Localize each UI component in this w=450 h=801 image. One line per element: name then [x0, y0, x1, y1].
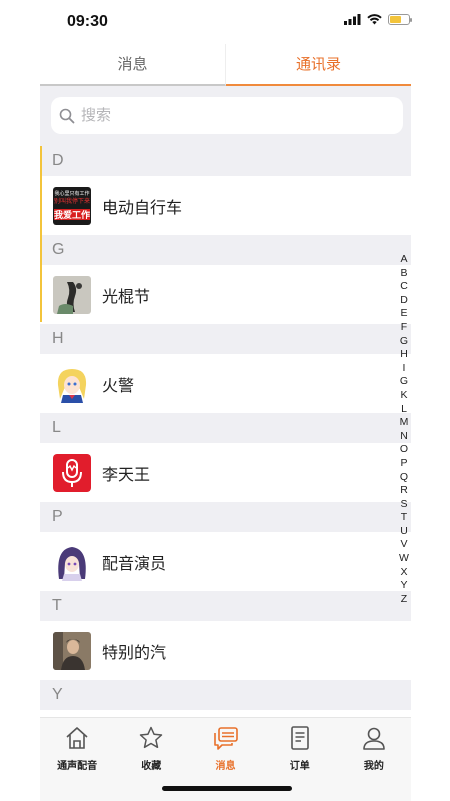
index-letter[interactable]: Z: [401, 593, 407, 607]
contact-row[interactable]: 我心里只有工作 别叫我停下来 我爱工作 电动自行车: [40, 176, 411, 235]
index-letter[interactable]: R: [400, 484, 408, 498]
index-letter[interactable]: B: [400, 267, 407, 281]
index-letter[interactable]: A: [400, 253, 407, 267]
status-time: 09:30: [67, 13, 108, 30]
nav-label: 收藏: [141, 761, 162, 772]
top-tabs: 消息 通讯录: [40, 44, 411, 86]
contact-list: D 我心里只有工作 别叫我停下来 我爱工作 电动自行车 G 光棍节 H 火警 L…: [40, 146, 411, 769]
section-header-h: H: [40, 324, 411, 354]
signal-icon: [344, 14, 361, 25]
index-letter[interactable]: P: [400, 457, 407, 471]
index-letter[interactable]: I: [403, 362, 406, 376]
home-icon: [66, 727, 88, 749]
contact-name: 特别的汽: [102, 644, 167, 662]
index-letter[interactable]: L: [401, 403, 407, 417]
home-indicator: [162, 786, 292, 791]
nav-profile[interactable]: 我的: [337, 718, 411, 801]
star-icon: [140, 726, 163, 749]
index-letter[interactable]: O: [400, 443, 408, 457]
anime-purple-hair-avatar: [53, 542, 91, 581]
index-letter[interactable]: X: [400, 566, 407, 580]
index-letter[interactable]: F: [401, 321, 407, 335]
index-letter[interactable]: H: [400, 348, 408, 362]
section-header-t: T: [40, 591, 411, 621]
index-letter[interactable]: S: [400, 498, 407, 512]
section-header-g: G: [40, 235, 411, 265]
index-letter[interactable]: U: [400, 525, 408, 539]
battery-icon: [388, 14, 412, 25]
contact-name: 电动自行车: [102, 199, 183, 217]
nav-label: 通声配音: [57, 761, 98, 772]
scroll-highlight-bar: [40, 146, 42, 322]
index-letter[interactable]: V: [400, 538, 407, 552]
index-letter[interactable]: M: [400, 416, 409, 430]
contact-row[interactable]: 配音演员: [40, 532, 411, 591]
index-letter[interactable]: D: [400, 294, 408, 308]
contact-row[interactable]: 光棍节: [40, 265, 411, 324]
contact-row[interactable]: 火警: [40, 354, 411, 413]
tab-messages[interactable]: 消息: [40, 44, 226, 86]
svg-text:我爱工作: 我爱工作: [54, 209, 90, 221]
status-bar: 09:30: [0, 0, 450, 44]
microphone-avatar: [53, 453, 91, 492]
contact-name: 李天王: [102, 466, 151, 484]
svg-text:别叫我停下来: 别叫我停下来: [54, 197, 90, 205]
contact-name: 光棍节: [102, 288, 151, 306]
status-icons: [344, 14, 412, 25]
nav-label: 我的: [363, 761, 384, 772]
contacts-screen: 消息 通讯录 D 我心里只有工作 别叫我停下来 我爱工作: [40, 44, 411, 800]
search-input[interactable]: [79, 106, 383, 125]
poster-avatar: 我心里只有工作 别叫我停下来 我爱工作: [53, 186, 91, 225]
search-box[interactable]: [51, 97, 403, 134]
index-letter[interactable]: C: [400, 280, 408, 294]
contact-row[interactable]: 特别的汽: [40, 621, 411, 680]
index-letter[interactable]: E: [400, 307, 407, 321]
person-icon: [363, 727, 385, 750]
index-letter[interactable]: Y: [400, 579, 407, 593]
svg-text:我心里只有工作: 我心里只有工作: [54, 190, 89, 197]
ink-painting-avatar: [53, 275, 91, 314]
index-letter[interactable]: K: [400, 389, 407, 403]
document-icon: [290, 726, 309, 750]
index-letter[interactable]: G: [400, 375, 408, 389]
section-header-y: Y: [40, 680, 411, 710]
anime-girl-avatar: [53, 364, 91, 403]
contact-name: 火警: [102, 377, 135, 395]
section-header-d: D: [40, 146, 411, 176]
index-letter[interactable]: T: [401, 511, 407, 525]
index-letter[interactable]: Q: [400, 471, 408, 485]
search-icon: [59, 108, 75, 123]
search-bar: [40, 88, 411, 146]
index-letter[interactable]: G: [400, 335, 408, 349]
contact-row[interactable]: 李天王: [40, 443, 411, 502]
nav-home[interactable]: 通声配音: [40, 718, 114, 801]
contact-name: 配音演员: [102, 555, 167, 573]
nav-label: 消息: [215, 761, 236, 772]
section-header-p: P: [40, 502, 411, 532]
alphabet-index[interactable]: ABCDEFGHIGKLMNOPQRSTUVWXYZ: [396, 253, 412, 606]
wifi-icon: [367, 14, 382, 25]
index-letter[interactable]: N: [400, 430, 408, 444]
person-photo-avatar: [53, 631, 91, 670]
section-header-l: L: [40, 413, 411, 443]
index-letter[interactable]: W: [399, 552, 409, 566]
nav-label: 订单: [289, 761, 310, 772]
chat-icon: [213, 727, 238, 750]
tab-contacts[interactable]: 通讯录: [226, 44, 411, 86]
